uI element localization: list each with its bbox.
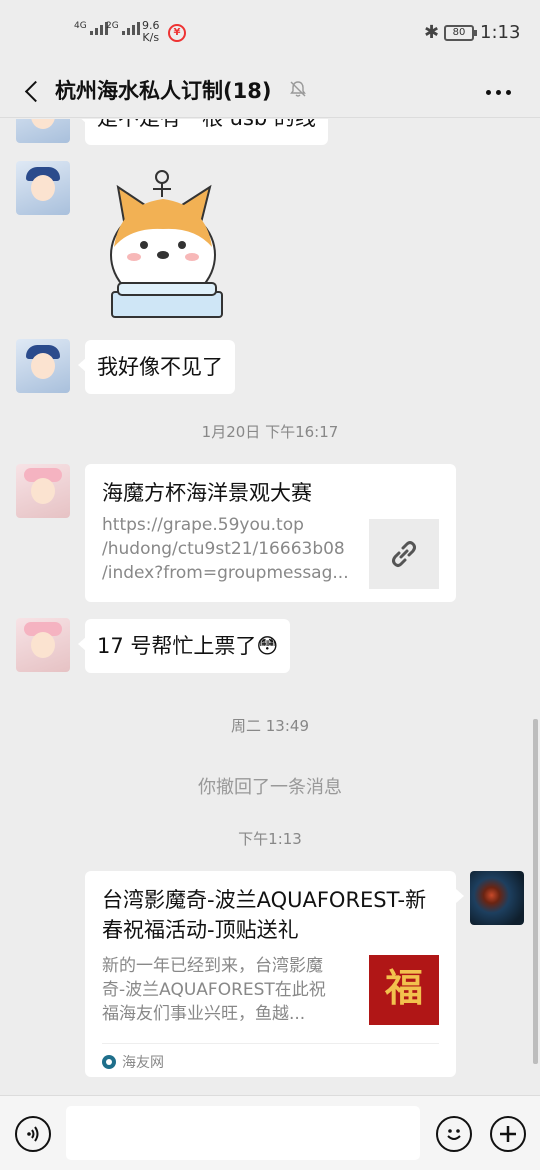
avatar[interactable]: [16, 339, 70, 393]
emoji-icon[interactable]: [436, 1116, 472, 1152]
message-text: 是不是有一根 usb 的线: [97, 119, 316, 130]
avatar[interactable]: [16, 464, 70, 518]
article-source-name: 海友网: [122, 1055, 164, 1071]
link-card-title: 海魔方杯海洋景观大赛: [102, 481, 312, 505]
article-desc-line: 福海友们事业兴旺，鱼越...: [102, 1004, 306, 1024]
battery-level: 80: [452, 27, 466, 38]
chat-title: 杭州海水私人订制(18): [55, 79, 272, 103]
article-desc-line: 奇-波兰AQUAFOREST在此祝: [102, 980, 326, 1000]
article-card-title: 台湾影魔奇-波兰AQUAFOREST-新 春祝福活动-顶贴送礼: [102, 885, 447, 945]
article-desc-line: 新的一年已经到来，台湾影魔: [102, 956, 323, 976]
avatar[interactable]: [16, 161, 70, 215]
back-arrow-icon[interactable]: [20, 77, 48, 107]
message-bubble[interactable]: 我好像不见了: [78, 340, 235, 394]
source-logo-icon: [102, 1055, 116, 1069]
link-url-line: https://grape.59you.top: [102, 515, 304, 535]
article-card[interactable]: 台湾影魔奇-波兰AQUAFOREST-新 春祝福活动-顶贴送礼 新的一年已经到来…: [85, 871, 456, 1077]
corgi-sticker[interactable]: [100, 167, 235, 319]
message-text: 我好像不见了: [97, 355, 223, 379]
voice-icon[interactable]: [15, 1116, 51, 1152]
article-title-line: 台湾影魔奇-波兰AQUAFOREST-新: [102, 888, 427, 912]
my-avatar[interactable]: [470, 871, 524, 925]
bubble-tail: [456, 889, 464, 903]
clock: 1:13: [480, 22, 521, 43]
message-bubble[interactable]: 17 号帮忙上票了😳: [77, 619, 291, 673]
signal-icon-2: 2G: [106, 22, 140, 35]
link-icon: [369, 519, 439, 589]
article-title-line: 春祝福活动-顶贴送礼: [102, 918, 299, 942]
more-dots-icon[interactable]: [486, 80, 516, 104]
network-type-2g: 2G: [106, 21, 119, 31]
flushed-emoji-icon: 😳: [256, 634, 279, 658]
message-bubble[interactable]: 是不是有一根 usb 的线: [78, 119, 328, 145]
plus-icon[interactable]: [490, 1116, 526, 1152]
link-card-url: https://grape.59you.top /hudong/ctu9st21…: [102, 513, 352, 589]
battery-icon: 80: [444, 25, 477, 41]
network-type-4g: 4G: [74, 21, 87, 31]
timestamp: 1月20日 下午16:17: [201, 423, 339, 441]
message-text: 17 号帮忙上票了: [97, 634, 257, 658]
speed-unit: K/s: [142, 31, 160, 44]
network-speed: 9.6 K/s: [142, 20, 160, 44]
link-card[interactable]: 海魔方杯海洋景观大赛 https://grape.59you.top /hudo…: [85, 464, 456, 602]
chat-header: 杭州海水私人订制(18): [0, 66, 540, 118]
signal-icon: 4G: [74, 22, 108, 35]
input-bar: [0, 1095, 540, 1170]
mute-bell-icon: [288, 79, 308, 101]
timestamp: 下午1:13: [238, 830, 302, 848]
avatar[interactable]: [16, 618, 70, 672]
timestamp: 周二 13:49: [231, 717, 309, 735]
message-list[interactable]: 是不是有一根 usb 的线 我好像不见了 1月20日 下午16:17 海魔方杯海…: [0, 119, 540, 1095]
link-url-line: /index?from=groupmessag...: [102, 563, 349, 583]
bluetooth-icon: ✱: [424, 22, 440, 43]
article-card-desc: 新的一年已经到来，台湾影魔 奇-波兰AQUAFOREST在此祝 福海友们事业兴旺…: [102, 954, 358, 1032]
recalled-notice: 你撤回了一条消息: [198, 777, 342, 798]
status-bar: 4G 2G 9.6 K/s ¥ ✱ 80 1:13: [0, 0, 540, 66]
unicom-icon: ¥: [168, 24, 186, 42]
avatar[interactable]: [16, 119, 70, 143]
scrollbar[interactable]: [533, 719, 538, 1064]
article-source: 海友网: [102, 1052, 164, 1072]
article-thumbnail: 福: [369, 955, 439, 1025]
card-divider: [102, 1043, 439, 1044]
link-url-line: /hudong/ctu9st21/16663b08: [102, 539, 345, 559]
message-input[interactable]: [66, 1106, 420, 1160]
